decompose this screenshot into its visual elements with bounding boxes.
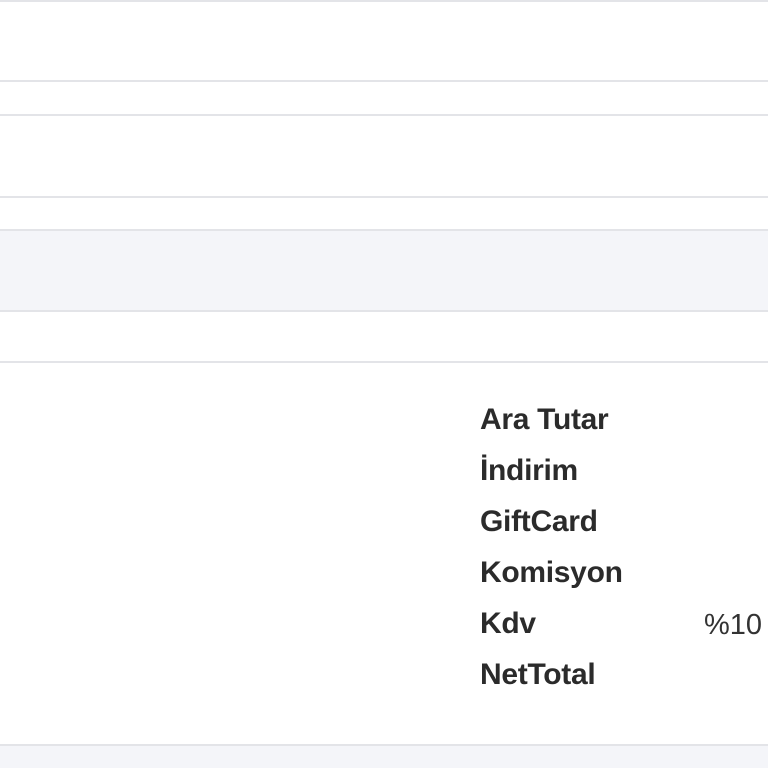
summary-row-giftcard: GiftCard: [480, 502, 768, 553]
order-totals-summary: Ara Tutar İndirim GiftCard Komisyon Kdv …: [480, 400, 768, 706]
vat-rate-value: %10: [704, 609, 763, 641]
summary-label: Komisyon: [480, 556, 623, 589]
table-row: [0, 198, 768, 230]
row-divider: [0, 361, 768, 363]
summary-row-subtotal: Ara Tutar: [480, 400, 768, 451]
summary-label: NetTotal: [480, 658, 596, 691]
table-row: [0, 0, 768, 82]
summary-row-commission: Komisyon: [480, 553, 768, 604]
table-row: [0, 312, 768, 361]
table-row: [0, 82, 768, 115]
summary-label: Kdv: [480, 607, 536, 640]
summary-label: GiftCard: [480, 505, 598, 538]
order-detail-page: Ara Tutar İndirim GiftCard Komisyon Kdv …: [0, 0, 768, 768]
summary-label: Ara Tutar: [480, 403, 609, 436]
summary-row-discount: İndirim: [480, 451, 768, 502]
table-row: [0, 116, 768, 196]
summary-row-vat: Kdv %10: [480, 604, 768, 655]
summary-label: İndirim: [480, 454, 578, 487]
row-divider: [0, 0, 768, 2]
table-row: [0, 231, 768, 310]
footer-band: [0, 744, 768, 768]
summary-row-net-total: NetTotal: [480, 655, 768, 706]
